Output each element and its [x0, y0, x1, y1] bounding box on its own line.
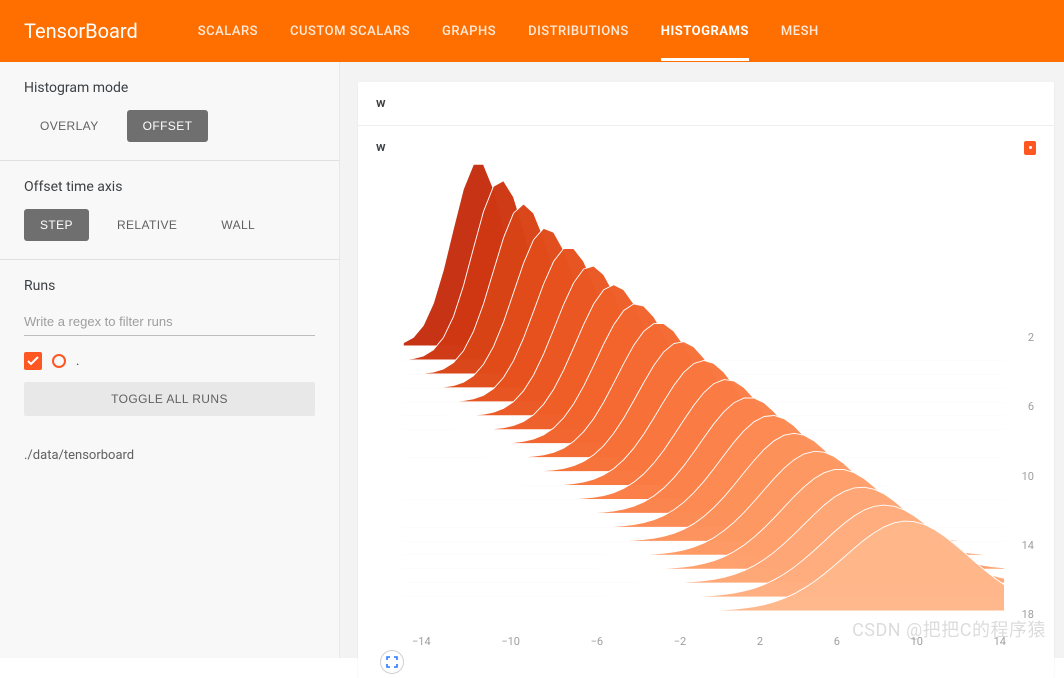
- run-checkbox[interactable]: [24, 352, 42, 370]
- runs-title: Runs: [24, 278, 315, 294]
- card-group-title: w: [358, 82, 1054, 126]
- histogram-chart[interactable]: 26101418: [372, 161, 1040, 631]
- tab-scalars[interactable]: SCALARS: [198, 2, 258, 61]
- runs-filter-input[interactable]: [24, 308, 315, 336]
- histogram-card: w w 26101418 −14−10−6−2261014: [358, 82, 1054, 678]
- runs-section: Runs . TOGGLE ALL RUNS: [0, 260, 339, 434]
- x-axis-ticks: −14−10−6−2261014: [372, 631, 1040, 648]
- run-row: .: [24, 352, 315, 370]
- run-color-swatch[interactable]: [52, 354, 66, 368]
- nav-tabs: SCALARS CUSTOM SCALARS GRAPHS DISTRIBUTI…: [198, 2, 819, 61]
- histogram-mode-section: Histogram mode OVERLAY OFFSET: [0, 62, 339, 161]
- plot-title: w: [376, 140, 386, 155]
- tab-distributions[interactable]: DISTRIBUTIONS: [528, 2, 629, 61]
- data-path-label: ./data/tensorboard: [0, 434, 339, 477]
- app-header: TensorBoard SCALARS CUSTOM SCALARS GRAPH…: [0, 0, 1064, 62]
- axis-step-button[interactable]: STEP: [24, 209, 89, 241]
- axis-relative-button[interactable]: RELATIVE: [101, 209, 193, 241]
- step-axis-ticks: 26101418: [1022, 331, 1034, 621]
- main-content: w w 26101418 −14−10−6−2261014 CSDN @把把: [340, 62, 1064, 658]
- histogram-mode-title: Histogram mode: [24, 80, 315, 96]
- run-badge[interactable]: [1024, 141, 1036, 155]
- time-axis-section: Offset time axis STEP RELATIVE WALL: [0, 161, 339, 260]
- tab-mesh[interactable]: MESH: [781, 2, 819, 61]
- tab-graphs[interactable]: GRAPHS: [442, 2, 496, 61]
- brand-title: TensorBoard: [24, 19, 138, 43]
- sidebar: Histogram mode OVERLAY OFFSET Offset tim…: [0, 62, 340, 658]
- axis-wall-button[interactable]: WALL: [205, 209, 271, 241]
- run-label: .: [76, 354, 79, 369]
- mode-overlay-button[interactable]: OVERLAY: [24, 110, 115, 142]
- fullscreen-button[interactable]: [380, 650, 404, 674]
- check-icon: [27, 356, 39, 366]
- mode-offset-button[interactable]: OFFSET: [127, 110, 209, 142]
- tab-histograms[interactable]: HISTOGRAMS: [661, 2, 749, 61]
- tab-custom-scalars[interactable]: CUSTOM SCALARS: [290, 2, 410, 61]
- toggle-all-runs-button[interactable]: TOGGLE ALL RUNS: [24, 382, 315, 416]
- time-axis-title: Offset time axis: [24, 179, 315, 195]
